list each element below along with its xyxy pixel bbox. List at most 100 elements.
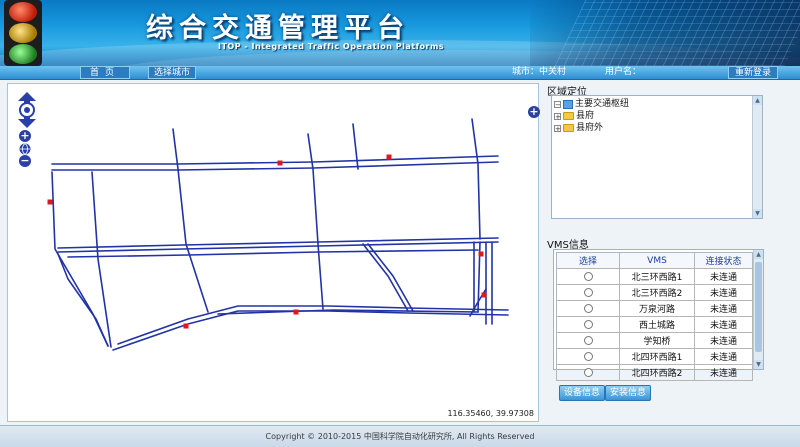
select-radio[interactable] bbox=[583, 351, 593, 361]
app-title: 综合交通管理平台 bbox=[146, 13, 410, 44]
tree-scrollbar[interactable]: ▲ ▼ bbox=[752, 96, 762, 218]
red-lamp-icon bbox=[9, 2, 37, 22]
relogin-button[interactable]: 重新登录 bbox=[728, 66, 778, 79]
vms-marker-icon[interactable] bbox=[47, 199, 53, 205]
nav-home-button[interactable]: 首页 bbox=[80, 66, 130, 79]
scroll-down-icon[interactable]: ▼ bbox=[753, 209, 762, 218]
table-row[interactable]: 万泉河路 未连通 bbox=[556, 300, 753, 317]
vms-marker-icon[interactable] bbox=[478, 251, 484, 257]
table-row[interactable]: 西土城路 未连通 bbox=[556, 316, 753, 333]
vms-table: 选择 VMS 连接状态 北三环西路1 未连通 北三环西路2 未连通 万泉河路 未… bbox=[556, 252, 753, 381]
tree-item-outer-county[interactable]: + 县府外 bbox=[554, 122, 603, 134]
map-pan-control-icon[interactable] bbox=[16, 92, 38, 128]
tree-item-hub[interactable]: − 主要交通枢纽 bbox=[554, 98, 629, 110]
vms-marker-icon[interactable] bbox=[386, 154, 392, 160]
device-info-button[interactable]: 设备信息 bbox=[559, 385, 606, 401]
vms-name: 北四环西路1 bbox=[619, 348, 695, 365]
select-cell bbox=[556, 332, 620, 349]
table-row[interactable]: 北四环西路1 未连通 bbox=[556, 348, 753, 365]
side-panel: 区域定位 − 主要交通枢纽 + 县府 + 县府外 ▲ ▼ VMS信息 选择 VM… bbox=[545, 83, 795, 422]
tree-item-label: 县府 bbox=[576, 111, 595, 121]
user-name-label: 用户名： bbox=[605, 67, 642, 77]
current-city-label: 城市：中关村 bbox=[512, 67, 567, 77]
tree-item-label: 主要交通枢纽 bbox=[575, 99, 630, 109]
select-radio[interactable] bbox=[583, 303, 593, 313]
table-row[interactable]: 北三环西路2 未连通 bbox=[556, 284, 753, 301]
folder-icon bbox=[563, 112, 574, 120]
map-coordinates: 116.35460, 39.97308 bbox=[447, 409, 534, 418]
traffic-light-logo-icon bbox=[4, 0, 42, 66]
scroll-up-icon[interactable]: ▲ bbox=[754, 250, 763, 259]
area-tree[interactable]: − 主要交通枢纽 + 县府 + 县府外 ▲ ▼ bbox=[551, 95, 763, 219]
vms-status: 未连通 bbox=[694, 348, 753, 365]
select-cell bbox=[556, 268, 620, 285]
vms-status: 未连通 bbox=[694, 332, 753, 349]
select-city-button[interactable]: 选择城市 bbox=[148, 66, 196, 79]
map-road bbox=[307, 133, 324, 310]
table-row[interactable]: 北四环西路2 未连通 bbox=[556, 364, 753, 381]
select-cell bbox=[556, 284, 620, 301]
zoom-out-button[interactable]: − bbox=[19, 155, 31, 167]
select-cell bbox=[556, 300, 620, 317]
select-cell bbox=[556, 316, 620, 333]
expand-icon[interactable]: + bbox=[554, 112, 561, 120]
column-header-select: 选择 bbox=[556, 252, 620, 269]
app-header: 综合交通管理平台 ITOP - Integrated Traffic Opera… bbox=[0, 0, 800, 66]
map-road bbox=[51, 155, 499, 165]
column-header-status: 连接状态 bbox=[694, 252, 753, 269]
vms-table-header: 选择 VMS 连接状态 bbox=[556, 252, 753, 269]
map-road bbox=[471, 118, 481, 240]
map-road bbox=[112, 310, 509, 351]
vms-marker-icon[interactable] bbox=[481, 292, 487, 298]
map-road bbox=[362, 243, 409, 312]
map-road bbox=[91, 171, 112, 348]
zoom-in-button[interactable]: + bbox=[19, 130, 31, 142]
vms-status: 未连通 bbox=[694, 316, 753, 333]
select-radio[interactable] bbox=[583, 319, 593, 329]
table-row[interactable]: 学知桥 未连通 bbox=[556, 332, 753, 349]
map-road bbox=[172, 128, 209, 313]
green-lamp-icon bbox=[9, 44, 37, 64]
table-row[interactable]: 北三环西路1 未连通 bbox=[556, 268, 753, 285]
scroll-up-icon[interactable]: ▲ bbox=[753, 96, 762, 105]
vms-name: 万泉河路 bbox=[619, 300, 695, 317]
vms-status: 未连通 bbox=[694, 364, 753, 381]
collapse-icon[interactable]: − bbox=[554, 100, 561, 108]
hub-icon bbox=[563, 99, 573, 109]
vms-scrollbar[interactable]: ▲ ▼ bbox=[753, 250, 763, 369]
vms-status: 未连通 bbox=[694, 268, 753, 285]
select-cell bbox=[556, 364, 620, 381]
vms-marker-icon[interactable] bbox=[277, 160, 283, 166]
amber-lamp-icon bbox=[9, 23, 37, 43]
header-city-grid bbox=[554, 0, 800, 66]
vms-marker-icon[interactable] bbox=[293, 309, 299, 315]
select-radio[interactable] bbox=[583, 367, 593, 377]
vms-status: 未连通 bbox=[694, 284, 753, 301]
vms-name: 西土城路 bbox=[619, 316, 695, 333]
scroll-thumb[interactable] bbox=[755, 262, 762, 352]
app-subtitle: ITOP - Integrated Traffic Operation Plat… bbox=[218, 42, 445, 51]
column-header-vms: VMS bbox=[619, 252, 695, 269]
select-radio[interactable] bbox=[583, 287, 593, 297]
footer-copyright: Copyright © 2010-2015 中国科学院自动化研究所, All R… bbox=[0, 425, 800, 447]
tree-item-county[interactable]: + 县府 bbox=[554, 110, 594, 122]
folder-icon bbox=[563, 124, 574, 132]
road-network-map[interactable] bbox=[8, 84, 538, 421]
vms-name: 学知桥 bbox=[619, 332, 695, 349]
vms-marker-icon[interactable] bbox=[183, 323, 189, 329]
vms-table-box: 选择 VMS 连接状态 北三环西路1 未连通 北三环西路2 未连通 万泉河路 未… bbox=[553, 249, 764, 381]
scroll-down-icon[interactable]: ▼ bbox=[754, 360, 763, 369]
map-road bbox=[352, 123, 359, 170]
header-city-graphic bbox=[530, 0, 800, 66]
select-cell bbox=[556, 348, 620, 365]
expand-panel-button[interactable]: + bbox=[528, 106, 540, 118]
expand-icon[interactable]: + bbox=[554, 124, 561, 132]
vms-name: 北三环西路2 bbox=[619, 284, 695, 301]
install-info-button[interactable]: 安装信息 bbox=[605, 385, 652, 401]
select-radio[interactable] bbox=[583, 335, 593, 345]
map-panel[interactable]: + − 116.35460, 39.97308 bbox=[7, 83, 539, 422]
vms-name: 北四环西路2 bbox=[619, 364, 695, 381]
vms-status: 未连通 bbox=[694, 300, 753, 317]
tree-item-label: 县府外 bbox=[576, 123, 604, 133]
select-radio[interactable] bbox=[583, 271, 593, 281]
